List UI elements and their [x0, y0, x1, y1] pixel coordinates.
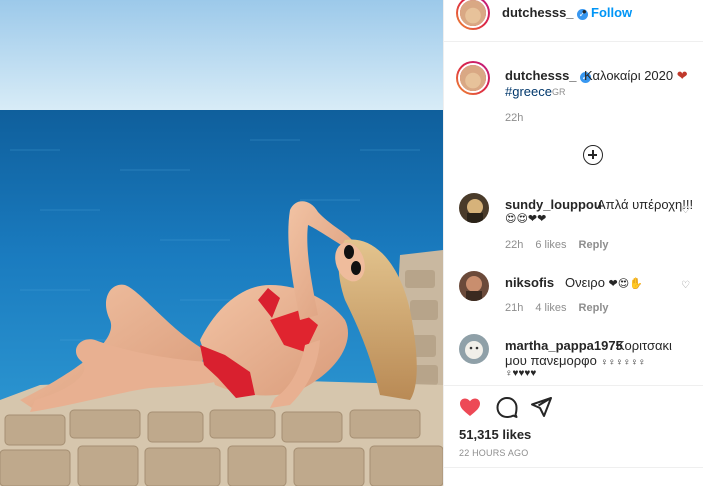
comment-emoji: ♀♀♀♀♀♀ [600, 357, 646, 368]
comment-icon[interactable] [495, 395, 519, 419]
author-username[interactable]: dutchesss_ ✓ [502, 5, 588, 20]
post-side-panel: dutchesss_ ✓ • Follow dutchesss_ ✓ Καλοκαί… [443, 0, 703, 486]
add-comment-icon[interactable] [583, 145, 603, 165]
comments-divider [444, 385, 703, 386]
comment-text: Απλά υπέροχη!!! [597, 197, 694, 212]
beach-photo-image [0, 0, 443, 486]
share-icon[interactable] [529, 395, 553, 419]
comment-meta: 21h 4 likes Reply [505, 302, 621, 314]
comment-username[interactable]: niksofis [505, 275, 554, 290]
comment-text: Κοριτσακι [616, 338, 672, 353]
likes-count[interactable]: 51,315 likes [459, 427, 531, 442]
author-username-text[interactable]: dutchesss_ [502, 5, 574, 20]
comment-likes[interactable]: 4 likes [535, 302, 566, 314]
caption-hashtag[interactable]: #greece [505, 84, 552, 99]
comment-text-line2: μου πανεμορφο ♀♀♀♀♀♀ [505, 353, 645, 368]
caption-username-text[interactable]: dutchesss_ [505, 68, 577, 83]
comment-time[interactable]: 21h [505, 302, 523, 314]
comment-meta: 22h 6 likes Reply [505, 239, 621, 251]
comment-emoji: 😍😍❤❤ [505, 213, 547, 225]
author-avatar[interactable] [456, 0, 490, 30]
reply-button[interactable]: Reply [579, 302, 609, 314]
comment-emoji-line3: ♀♥♥♥♥ [505, 368, 537, 379]
caption-body: Καλοκαίρι 2020 [584, 68, 674, 83]
comment-time[interactable]: 22h [505, 239, 523, 251]
commenter-avatar[interactable] [459, 271, 489, 301]
commenter-avatar[interactable] [459, 193, 489, 223]
caption-username[interactable]: dutchesss_ ✓ [505, 68, 591, 83]
caption-text: Καλοκαίρι 2020 ❤ [584, 68, 688, 84]
comment-likes[interactable]: 6 likes [535, 239, 566, 251]
heart-icon[interactable] [458, 395, 482, 419]
follow-button[interactable]: Follow [591, 5, 632, 20]
commenter-avatar-image [459, 271, 489, 301]
header-separator-dot: • [582, 4, 587, 19]
post-photo[interactable] [0, 0, 443, 486]
comment-body: Ονειρο [565, 275, 605, 290]
commenter-avatar-image [459, 193, 489, 223]
commenter-avatar-image [459, 334, 489, 364]
author-avatar-image [460, 0, 486, 26]
comment-username[interactable]: sundy_louppou [505, 197, 602, 212]
reply-button[interactable]: Reply [579, 239, 609, 251]
comment-like-icon[interactable]: ♡ [681, 205, 690, 216]
actions-divider [444, 467, 703, 468]
caption-heart-emoji: ❤ [676, 68, 688, 83]
commenter-avatar[interactable] [459, 334, 489, 364]
comment-username[interactable]: martha_pappa1975 [505, 338, 623, 353]
comment-like-icon[interactable]: ♡ [681, 280, 690, 291]
posted-time[interactable]: 22 HOURS AGO [459, 448, 528, 458]
header-divider [444, 41, 703, 42]
comment-text: Ονειρο ❤😍✋ [565, 275, 643, 290]
caption-hashtag-flag: GR [552, 87, 566, 97]
comment-emoji: ❤😍✋ [608, 278, 643, 290]
caption-author-avatar[interactable] [456, 61, 490, 95]
caption-time[interactable]: 22h [505, 112, 523, 124]
caption-avatar-image [460, 65, 486, 91]
comment-body-line2: μου πανεμορφο [505, 353, 597, 368]
